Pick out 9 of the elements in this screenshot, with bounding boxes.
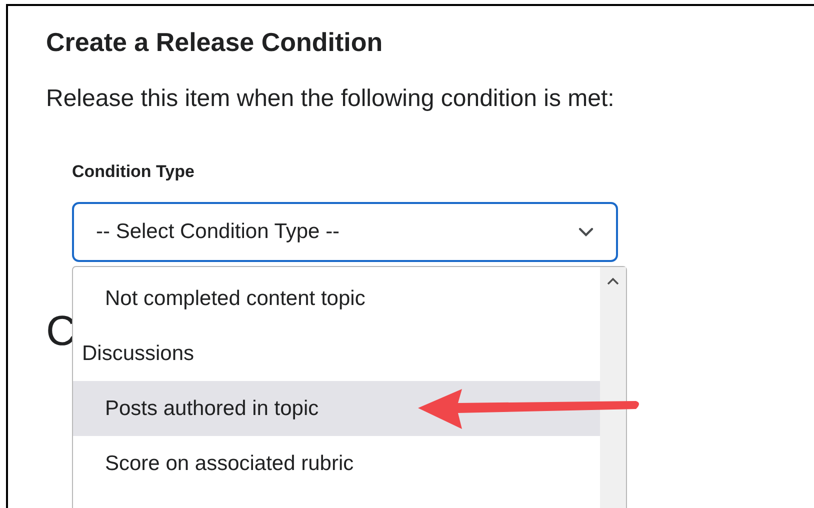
chevron-down-icon [578,227,594,237]
option-group-label: Discussions [81,340,196,367]
dialog-title: Create a Release Condition [46,26,384,59]
dialog-description: Release this item when the following condition is met: [46,84,616,114]
dropdown-option[interactable]: Posts authored in topic [73,381,600,436]
condition-type-select[interactable]: -- Select Condition Type -- [72,202,618,262]
scrollbar[interactable] [600,267,626,508]
scroll-up-icon[interactable] [607,277,620,285]
field-label: Condition Type [72,161,196,183]
